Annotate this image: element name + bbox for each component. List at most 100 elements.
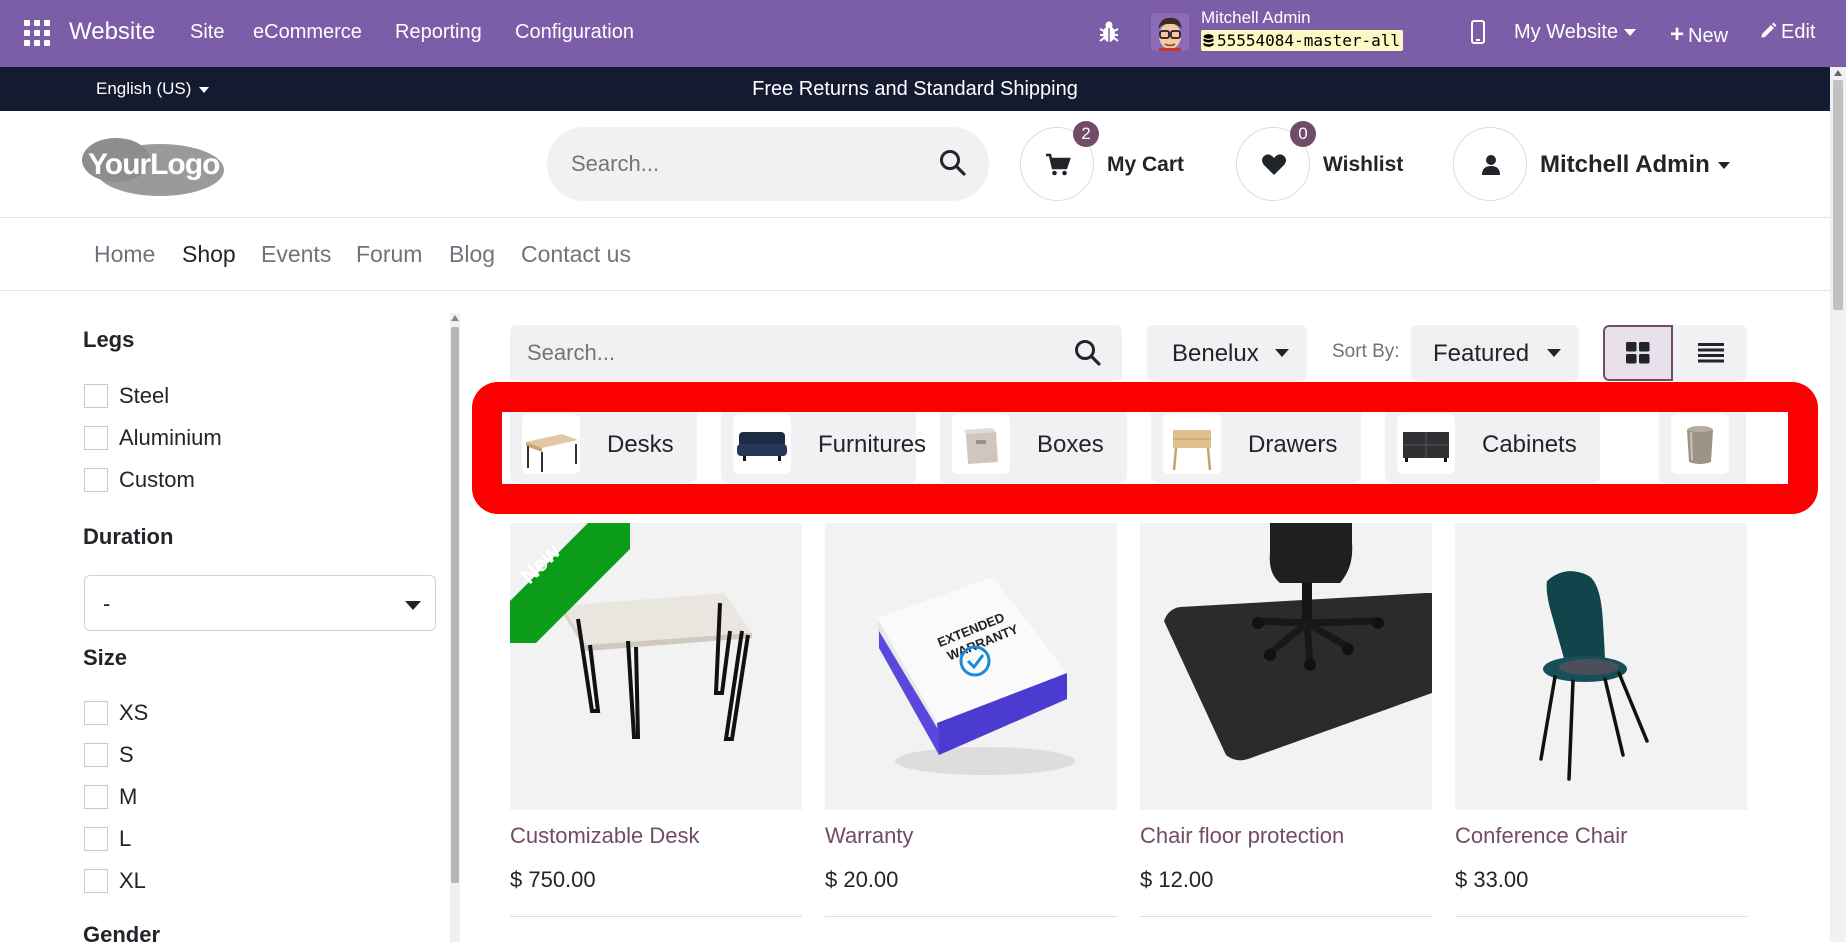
card-divider xyxy=(1140,916,1432,917)
card-divider xyxy=(825,916,1117,917)
filter-title-size: Size xyxy=(83,645,128,670)
site-header: YourLogo 2 My Cart 0 Wishlist Mitchell A… xyxy=(0,111,1830,218)
duration-select[interactable]: - xyxy=(84,575,436,631)
duration-value: - xyxy=(103,591,111,616)
checkbox-steel[interactable] xyxy=(84,384,108,408)
grid-view-button[interactable] xyxy=(1603,325,1673,381)
nav-contact-us[interactable]: Contact us xyxy=(521,241,631,268)
checkbox-m[interactable] xyxy=(84,785,108,809)
caret-down-icon xyxy=(1717,162,1730,170)
odoo-top-bar: Website Site eCommerce Reporting Configu… xyxy=(0,0,1846,67)
database-name: 55554084-master-all xyxy=(1217,31,1401,50)
list-icon xyxy=(1698,343,1724,363)
product-image-warranty[interactable]: EXTENDED WARRANTY xyxy=(825,523,1117,810)
caret-down-icon xyxy=(405,601,421,610)
site-logo[interactable]: YourLogo xyxy=(80,134,226,198)
products-search[interactable] xyxy=(510,325,1122,381)
product-price: $ 20.00 xyxy=(825,867,899,892)
product-ribbon: New xyxy=(510,523,630,643)
mobile-preview-icon[interactable] xyxy=(1471,20,1485,44)
nav-events[interactable]: Events xyxy=(261,241,331,268)
account-button[interactable] xyxy=(1453,127,1527,201)
sort-dropdown[interactable]: Featured xyxy=(1411,325,1579,381)
header-search-input[interactable] xyxy=(547,127,927,201)
search-icon[interactable] xyxy=(939,149,967,177)
filters-sidebar: Legs Steel Aluminium Custom Duration - S… xyxy=(0,292,450,942)
main-navigation: Home Shop Events Forum Blog Contact us xyxy=(0,218,1830,291)
page-scroll-thumb[interactable] xyxy=(1833,80,1843,310)
product-price: $ 12.00 xyxy=(1140,867,1214,892)
menu-site[interactable]: Site xyxy=(190,21,224,44)
user-name[interactable]: Mitchell Admin xyxy=(1201,8,1311,28)
checkbox-l[interactable] xyxy=(84,827,108,851)
user-avatar[interactable] xyxy=(1151,13,1189,51)
product-image-customizable-desk[interactable]: New xyxy=(510,523,802,810)
product-price: $ 33.00 xyxy=(1455,867,1529,892)
page-scrollbar[interactable] xyxy=(1830,67,1846,942)
option-steel[interactable]: Steel xyxy=(119,383,169,409)
filter-title-duration: Duration xyxy=(83,524,174,549)
card-divider xyxy=(1455,916,1747,917)
option-m[interactable]: M xyxy=(119,784,137,810)
account-label: Mitchell Admin xyxy=(1540,151,1710,178)
wishlist-label[interactable]: Wishlist xyxy=(1323,153,1403,177)
nav-home[interactable]: Home xyxy=(94,241,155,268)
highlight-box xyxy=(472,382,1818,514)
sidebar-scrollbar[interactable] xyxy=(450,313,460,942)
product-card-customizable-desk[interactable]: New Customizable Desk $ 750.00 xyxy=(510,523,802,942)
cart-count-badge: 2 xyxy=(1073,121,1099,147)
option-s[interactable]: S xyxy=(119,742,134,768)
scroll-up-arrow-icon[interactable] xyxy=(451,315,459,321)
products-search-input[interactable] xyxy=(510,325,1060,381)
product-name[interactable]: Conference Chair xyxy=(1455,823,1627,849)
user-icon xyxy=(1482,155,1500,175)
product-name[interactable]: Customizable Desk xyxy=(510,823,700,849)
announcement-message: Free Returns and Standard Shipping xyxy=(752,78,1078,100)
option-aluminium[interactable]: Aluminium xyxy=(119,425,222,451)
search-icon[interactable] xyxy=(1074,339,1102,367)
product-card-warranty[interactable]: EXTENDED WARRANTY Warranty $ 20.00 xyxy=(825,523,1117,942)
checkbox-aluminium[interactable] xyxy=(84,426,108,450)
checkbox-custom[interactable] xyxy=(84,468,108,492)
nav-blog[interactable]: Blog xyxy=(449,241,495,268)
apps-menu-icon[interactable] xyxy=(24,20,50,46)
logo-text: YourLogo xyxy=(88,148,220,181)
pricelist-value: Benelux xyxy=(1172,340,1259,367)
my-website-dropdown[interactable]: My Website xyxy=(1514,21,1637,44)
header-search[interactable] xyxy=(547,127,989,201)
filter-title-gender: Gender xyxy=(83,922,161,942)
announcement-bar: English (US) Free Returns and Standard S… xyxy=(0,67,1830,111)
scroll-up-arrow-icon[interactable] xyxy=(1834,70,1842,76)
product-name[interactable]: Warranty xyxy=(825,823,913,849)
edit-button[interactable]: Edit xyxy=(1760,21,1815,44)
checkbox-s[interactable] xyxy=(84,743,108,767)
product-image-conference-chair[interactable] xyxy=(1455,523,1747,810)
option-xs[interactable]: XS xyxy=(119,700,148,726)
sidebar-scroll-thumb[interactable] xyxy=(451,327,459,883)
option-l[interactable]: L xyxy=(119,826,131,852)
cart-icon xyxy=(1046,153,1071,176)
pencil-icon xyxy=(1761,22,1777,38)
option-custom[interactable]: Custom xyxy=(119,467,195,493)
menu-ecommerce[interactable]: eCommerce xyxy=(253,21,362,44)
option-xl[interactable]: XL xyxy=(119,868,146,894)
account-dropdown[interactable]: Mitchell Admin xyxy=(1540,151,1730,179)
app-brand[interactable]: Website xyxy=(69,18,155,46)
menu-configuration[interactable]: Configuration xyxy=(515,21,634,44)
new-button[interactable]: + New xyxy=(1670,21,1728,49)
product-name[interactable]: Chair floor protection xyxy=(1140,823,1344,849)
pricelist-dropdown[interactable]: Benelux xyxy=(1147,325,1307,381)
product-image-chair-floor-protection[interactable] xyxy=(1140,523,1432,810)
debug-bug-icon[interactable] xyxy=(1097,19,1121,45)
nav-shop[interactable]: Shop xyxy=(182,241,236,268)
product-card-chair-floor-protection[interactable]: Chair floor protection $ 12.00 xyxy=(1140,523,1432,942)
product-card-conference-chair[interactable]: Conference Chair $ 33.00 xyxy=(1455,523,1747,942)
cart-label[interactable]: My Cart xyxy=(1107,153,1184,177)
checkbox-xl[interactable] xyxy=(84,869,108,893)
menu-reporting[interactable]: Reporting xyxy=(395,21,482,44)
checkbox-xs[interactable] xyxy=(84,701,108,725)
database-icon xyxy=(1203,33,1214,47)
nav-forum[interactable]: Forum xyxy=(356,241,422,268)
list-view-button[interactable] xyxy=(1675,325,1747,381)
caret-down-icon xyxy=(1275,349,1289,357)
